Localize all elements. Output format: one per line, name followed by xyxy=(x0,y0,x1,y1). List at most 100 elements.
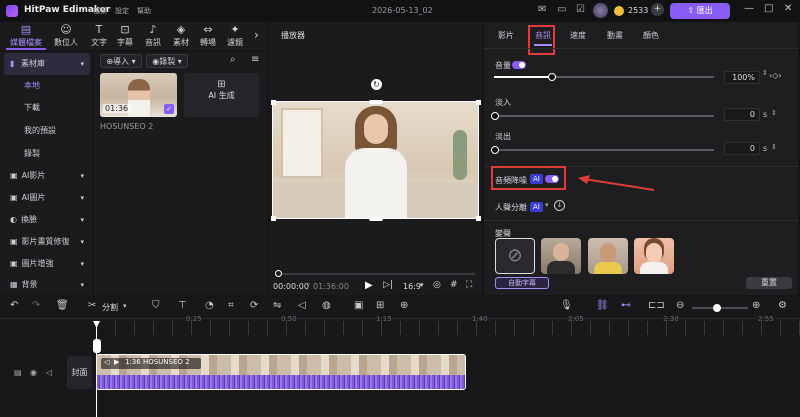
playhead-clip-handle[interactable] xyxy=(93,339,101,353)
ai-generate-tile[interactable]: ⊞ AI 生成 xyxy=(184,73,259,117)
nav-library[interactable]: ▮ 素材庫 ▾ xyxy=(4,53,90,75)
volume-value[interactable]: 100% xyxy=(724,71,760,84)
playhead-knob[interactable] xyxy=(275,270,282,277)
media-clip-thumbnail[interactable]: 01:36 ✓ xyxy=(100,73,177,117)
screenshot-tool-icon[interactable]: ⊞ xyxy=(376,300,384,311)
tool-transition[interactable]: ⇔ 轉場 xyxy=(195,22,221,50)
play-icon[interactable]: ▶ xyxy=(365,280,373,291)
microphone-icon[interactable]: 🎙 xyxy=(560,300,573,311)
marker-icon[interactable]: ⛉ xyxy=(152,300,160,311)
snap-icon[interactable]: ⊷ xyxy=(621,300,631,311)
tool-media[interactable]: ▤ 媒體檔案 xyxy=(6,22,46,50)
minimize-icon[interactable]: — xyxy=(744,3,754,14)
maximize-icon[interactable]: □ xyxy=(764,3,773,14)
track-audio-icon[interactable]: ◁ xyxy=(46,368,52,377)
volume-toggle[interactable] xyxy=(512,61,526,69)
handle-bm[interactable] xyxy=(369,217,383,221)
volume-tool-icon[interactable]: ◁ xyxy=(298,300,306,311)
voice-none-option[interactable]: ⊘ xyxy=(495,238,535,274)
fade-in-value[interactable]: 0 xyxy=(724,108,760,121)
step-forward-icon[interactable]: ▷| xyxy=(383,280,393,290)
preview-canvas[interactable] xyxy=(272,101,479,219)
ratio-chevron-icon[interactable]: ▾ xyxy=(420,281,424,289)
close-icon[interactable]: ✕ xyxy=(784,3,792,14)
feedback-icon[interactable]: ✉ xyxy=(538,4,546,15)
voice-option-woman[interactable] xyxy=(588,238,628,274)
nav-download[interactable]: 下載 xyxy=(4,97,90,119)
tool-avatar[interactable]: ☺ 數位人 xyxy=(52,22,80,50)
split-chevron-icon[interactable]: ▾ xyxy=(123,302,127,310)
aspect-ratio[interactable]: 16:9 xyxy=(403,282,421,291)
fade-in-slider-track[interactable] xyxy=(494,115,714,117)
nav-record[interactable]: 錄製 xyxy=(4,143,90,165)
fade-out-stepper-icon[interactable]: ⇕ xyxy=(771,143,777,151)
fullscreen-icon[interactable]: ⛶ xyxy=(466,280,472,290)
handle-tl[interactable] xyxy=(271,100,276,105)
add-coins-icon[interactable]: + xyxy=(651,3,664,16)
tab-color[interactable]: 顏色 xyxy=(643,30,659,41)
split-icon[interactable]: ✂ xyxy=(88,300,96,311)
download-icon[interactable]: ↓ xyxy=(554,200,565,211)
playback-progress-track[interactable] xyxy=(277,273,475,275)
fade-out-slider-knob[interactable] xyxy=(491,146,499,154)
tab-animation[interactable]: 動畫 xyxy=(607,30,623,41)
link-icon[interactable]: ⛓ xyxy=(596,300,609,311)
mirror-icon[interactable]: ⇋ xyxy=(273,300,281,311)
nav-local[interactable]: 本地 xyxy=(4,75,90,97)
auto-subtitle-button[interactable]: 自動字幕 xyxy=(495,277,549,289)
filter-icon[interactable]: ≡ xyxy=(251,54,259,65)
fit-icon[interactable]: ⊏⊐ xyxy=(648,300,665,311)
track-visibility-icon[interactable]: ◉ xyxy=(30,368,37,377)
fade-in-slider-knob[interactable] xyxy=(491,112,499,120)
check-icon[interactable]: ☑ xyxy=(576,4,585,15)
nav-background[interactable]: ▦ 背景 ▾ xyxy=(4,274,90,296)
grid-icon[interactable]: # xyxy=(450,280,458,290)
nav-face-swap[interactable]: ◐ 換臉 ▾ xyxy=(4,209,90,231)
handle-tr[interactable] xyxy=(476,100,481,105)
mask-icon[interactable]: ◍ xyxy=(322,300,331,311)
voice-option-girl[interactable] xyxy=(634,238,674,274)
handle-bl[interactable] xyxy=(271,216,276,221)
fade-out-slider-track[interactable] xyxy=(494,149,714,151)
redo-icon[interactable]: ↷ xyxy=(32,300,40,311)
menu-settings[interactable]: 設定 xyxy=(115,6,129,16)
handle-tm[interactable] xyxy=(369,100,383,104)
message-icon[interactable]: ▭ xyxy=(557,4,566,15)
volume-keyframe-icon[interactable]: ‹◇› xyxy=(769,71,782,80)
zoom-slider-knob[interactable] xyxy=(713,304,721,312)
toolbar-next-icon[interactable]: › xyxy=(254,28,259,42)
reset-button[interactable]: 重置 xyxy=(746,277,792,289)
zoom-out-icon[interactable]: ⊖ xyxy=(676,300,684,311)
rotate-icon[interactable]: ⟳ xyxy=(250,300,258,311)
menu-file[interactable]: 檔案 xyxy=(93,6,107,16)
fade-in-stepper-icon[interactable]: ⇕ xyxy=(771,109,777,117)
avatar[interactable] xyxy=(593,3,608,18)
rotate-handle-icon[interactable]: ↻ xyxy=(371,79,382,90)
fade-out-value[interactable]: 0 xyxy=(724,142,760,155)
timeline-clip[interactable]: ◁ ▶ 1:36 HOSUNSEO 2 xyxy=(96,354,466,390)
tool-assets[interactable]: ◈ 素材 xyxy=(168,22,194,50)
tool-subtitle[interactable]: ⊡ 字幕 xyxy=(112,22,138,50)
tool-filter[interactable]: ✦ 濾鏡 xyxy=(222,22,248,50)
search-icon[interactable]: ⌕ xyxy=(230,54,236,65)
freeze-frame-icon[interactable]: ▣ xyxy=(354,300,363,311)
cover-button[interactable]: 封面 xyxy=(67,356,92,389)
zoom-in-icon[interactable]: ⊕ xyxy=(752,300,760,311)
add-frame-icon[interactable]: ⊕ xyxy=(400,300,408,311)
nav-my-presets[interactable]: 我的預設 xyxy=(4,120,90,142)
tool-text[interactable]: T 文字 xyxy=(86,22,112,50)
handle-br[interactable] xyxy=(476,216,481,221)
menu-help[interactable]: 幫助 xyxy=(137,6,151,16)
tool-music[interactable]: ♪ 音訊 xyxy=(140,22,166,50)
playhead-line[interactable] xyxy=(96,321,97,417)
volume-slider-knob[interactable] xyxy=(548,73,556,81)
crop-icon[interactable]: ⌗ xyxy=(228,300,234,311)
import-button[interactable]: ⊕導入 ▾ xyxy=(100,54,142,68)
tab-speed[interactable]: 速度 xyxy=(570,30,586,41)
text-tool-icon[interactable]: ⊤ xyxy=(178,300,187,311)
volume-stepper-icon[interactable]: ⇕ xyxy=(762,69,768,77)
undo-icon[interactable]: ↶ xyxy=(10,300,18,311)
snapshot-icon[interactable]: ◎ xyxy=(433,280,441,290)
delete-icon[interactable]: 🗑 xyxy=(56,300,69,311)
export-button[interactable]: ⇧ 匯出 xyxy=(670,3,730,19)
